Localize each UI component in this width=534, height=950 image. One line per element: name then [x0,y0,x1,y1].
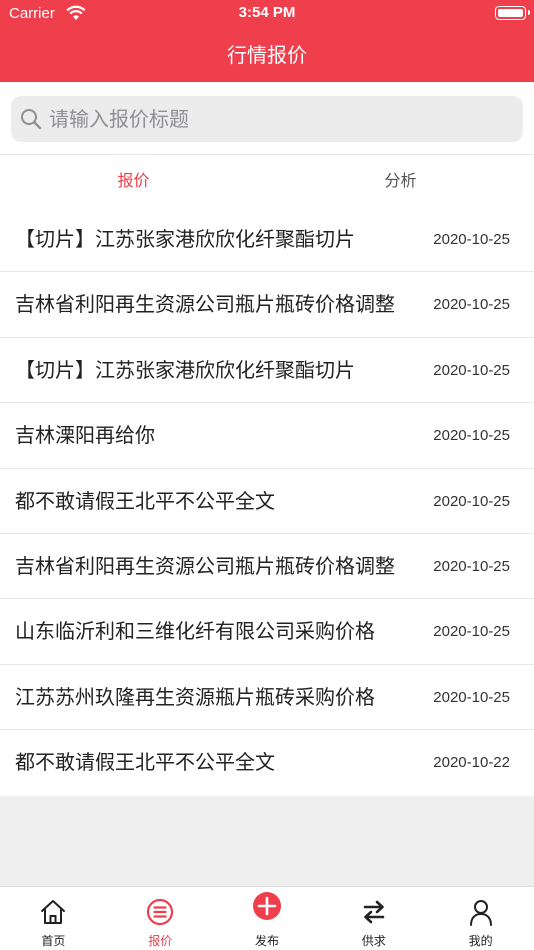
list-item-date: 2020-10-25 [433,231,510,248]
list-item-title: 江苏苏州玖隆再生资源瓶片瓶砖采购价格 [15,684,375,709]
list-item-date: 2020-10-25 [433,427,510,445]
list-item-date: 2020-10-25 [433,557,510,575]
top-header: Carrier 3:54 PM 行情报价 [0,0,534,82]
tabbar-label: 首页 [41,934,66,948]
list-item-title: 【切片】江苏张家港欣欣化纤聚酯切片 [15,357,355,382]
tabbar-label: 发布 [254,934,279,948]
quote-list: 【切片】江苏张家港欣欣化纤聚酯切片 2020-10-25 吉林省利阳再生资源公司… [0,207,534,796]
tab-analysis[interactable]: 分析 [267,155,534,207]
search-box[interactable] [11,96,523,142]
tabbar-label: 供求 [361,934,386,948]
list-item[interactable]: 江苏苏州玖隆再生资源瓶片瓶砖采购价格 2020-10-25 [0,665,534,731]
tabbar-item-home[interactable]: 首页 [0,887,107,950]
list-item-date: 2020-10-22 [433,754,510,772]
list-item[interactable]: 吉林省利阳再生资源公司瓶片瓶砖价格调整 2020-10-25 [0,534,534,600]
tabbar-item-mine[interactable]: 我的 [427,887,534,950]
list-item-date: 2020-10-25 [433,296,510,314]
user-icon [469,900,492,926]
list-item-title: 【切片】江苏张家港欣欣化纤聚酯切片 [15,227,355,251]
list-item[interactable]: 吉林省利阳再生资源公司瓶片瓶砖价格调整 2020-10-25 [0,272,534,338]
tabbar-label: 报价 [148,934,173,948]
tabbar-item-publish[interactable]: 发布 [214,887,321,950]
tab-quotes[interactable]: 报价 [0,155,267,207]
list-item[interactable]: 山东临沂利和三维化纤有限公司采购价格 2020-10-25 [0,599,534,665]
list-item-title: 都不敢请假王北平不公平全文 [15,750,275,775]
search-icon [21,109,42,130]
battery-icon [495,6,530,20]
tabbar-label: 我的 [468,934,493,948]
list-item[interactable]: 【切片】江苏张家港欣欣化纤聚酯切片 2020-10-25 [0,207,534,273]
status-bar: Carrier 3:54 PM [0,0,534,28]
publish-plus-icon [252,892,281,920]
list-item-title: 吉林省利阳再生资源公司瓶片瓶砖价格调整 [15,292,395,317]
bottom-tab-bar: 首页 报价 发布 供求 我的 [0,886,534,950]
list-item-date: 2020-10-25 [433,492,510,510]
tabbar-item-quotes[interactable]: 报价 [107,887,214,950]
search-area [0,82,534,155]
list-item-title: 吉林溧阳再给你 [15,423,155,448]
list-item-date: 2020-10-25 [433,623,510,641]
list-item-date: 2020-10-25 [433,688,510,706]
list-item[interactable]: 都不敢请假王北平不公平全文 2020-10-22 [0,730,534,795]
exchange-icon [363,900,385,924]
list-icon [147,898,174,926]
list-item[interactable]: 【切片】江苏张家港欣欣化纤聚酯切片 2020-10-25 [0,338,534,404]
list-item-date: 2020-10-25 [433,361,510,379]
page-title: 行情报价 [227,43,307,67]
search-input[interactable] [49,96,509,142]
list-item-title: 都不敢请假王北平不公平全文 [15,488,275,513]
list-item[interactable]: 吉林溧阳再给你 2020-10-25 [0,403,534,469]
list-item[interactable]: 都不敢请假王北平不公平全文 2020-10-25 [0,469,534,534]
home-icon [41,900,66,924]
tabbar-item-supply[interactable]: 供求 [320,887,427,950]
list-item-title: 山东临沂利和三维化纤有限公司采购价格 [15,619,375,644]
segment-tabs: 报价 分析 [0,155,534,207]
status-time: 3:54 PM [238,4,296,21]
list-item-title: 吉林省利阳再生资源公司瓶片瓶砖价格调整 [15,553,395,578]
